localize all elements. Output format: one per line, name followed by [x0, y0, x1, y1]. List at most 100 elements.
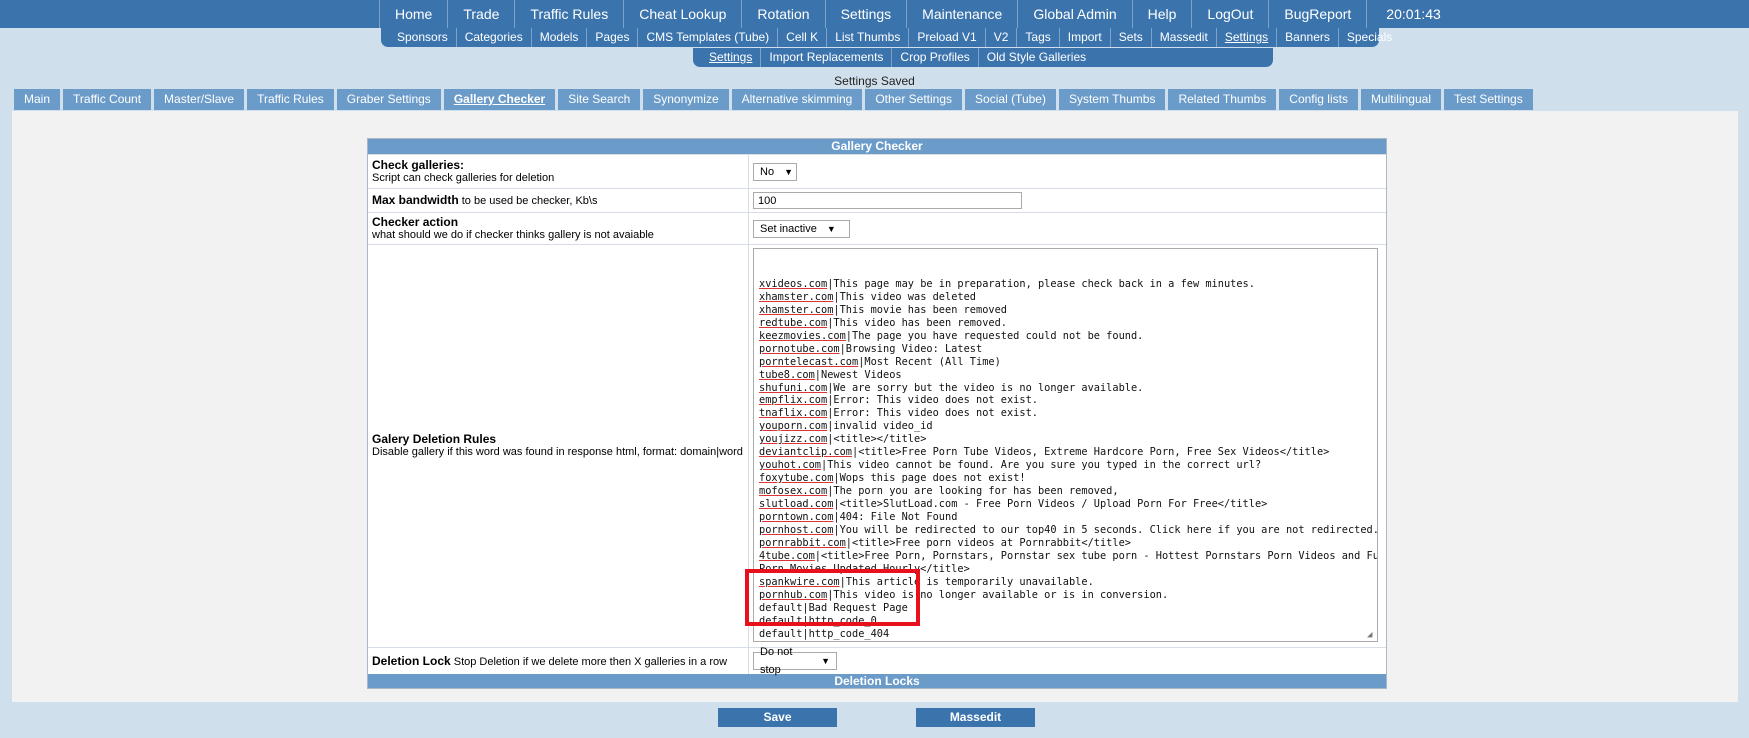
sub-menu-categories[interactable]: Categories	[457, 28, 532, 47]
rule-domain: xvideos.com	[759, 277, 828, 290]
tab-social-tube[interactable]: Social (Tube)	[965, 89, 1056, 110]
rule-word: This video was deleted	[839, 290, 976, 303]
tab-system-thumbs[interactable]: System Thumbs	[1058, 89, 1166, 110]
sub-menu-import[interactable]: Import	[1060, 28, 1111, 47]
sub-menu-sets[interactable]: Sets	[1111, 28, 1152, 47]
top-menu-traffic-rules[interactable]: Traffic Rules	[515, 0, 625, 28]
tab-gallery-checker[interactable]: Gallery Checker	[443, 89, 556, 110]
tab-site-search[interactable]: Site Search	[558, 89, 641, 110]
top-menu-help[interactable]: Help	[1133, 0, 1193, 28]
sub-menu-settings[interactable]: Settings	[1217, 28, 1278, 47]
sub-menu-list-thumbs[interactable]: List Thumbs	[827, 28, 910, 47]
settings-sub-import-replacements[interactable]: Import Replacements	[761, 48, 893, 67]
save-button[interactable]: Save	[718, 708, 837, 727]
tab-test-settings[interactable]: Test Settings	[1444, 89, 1533, 110]
rule-line: xhamster.com|This movie has been removed	[759, 303, 1007, 316]
sub-menu-v2[interactable]: V2	[986, 28, 1018, 47]
top-menu-logout[interactable]: LogOut	[1192, 0, 1270, 28]
rule-line: pornhost.com|You will be redirected to o…	[759, 524, 1378, 537]
rule-domain: redtube.com	[759, 316, 828, 329]
tab-config-lists[interactable]: Config lists	[1279, 89, 1358, 110]
sub-menu-preload-v1[interactable]: Preload V1	[909, 28, 986, 47]
top-menu-global-admin[interactable]: Global Admin	[1018, 0, 1133, 28]
gallery-checker-table: Gallery Checker Check galleries: Script …	[367, 138, 1387, 689]
massedit-button[interactable]: Massedit	[916, 708, 1035, 727]
top-menu-cheat-lookup[interactable]: Cheat Lookup	[624, 0, 743, 28]
rule-word: Most Recent (All Time)	[864, 355, 1001, 368]
rule-line: keezmovies.com|The page you have request…	[759, 329, 1144, 342]
top-menu-rotation[interactable]: Rotation	[742, 0, 826, 28]
check-galleries-select[interactable]: No ▼	[753, 162, 797, 181]
rule-word: Newest Videos	[821, 368, 902, 381]
sub-menu-models[interactable]: Models	[532, 28, 588, 47]
deletion-rules-textarea[interactable]: xvideos.com|This page may be in preparat…	[753, 248, 1378, 642]
rule-domain: default	[759, 641, 802, 642]
rule-line: xhamster.com|This video was deleted	[759, 290, 976, 303]
rule-domain: default	[759, 601, 803, 614]
rule-word: This article is temporarily unavailable.	[845, 575, 1094, 588]
rule-domain: empflix.com	[759, 394, 828, 407]
rule-word: 404: File Not Found	[839, 511, 958, 524]
sub-menu-tags[interactable]: Tags	[1017, 28, 1060, 47]
rule-word: http_code_404	[808, 627, 890, 640]
resize-grip-icon[interactable]: ◢	[1367, 631, 1376, 640]
tab-other-settings[interactable]: Other Settings	[865, 89, 963, 110]
tab-master-slave[interactable]: Master/Slave	[154, 89, 245, 110]
tab-synonymize[interactable]: Synonymize	[643, 89, 729, 110]
sub-menu-sponsors[interactable]: Sponsors	[389, 28, 457, 47]
deletion-lock-label: Deletion Lock	[372, 654, 451, 668]
sub-menu-cell-k[interactable]: Cell K	[778, 28, 828, 47]
top-menu-maintenance[interactable]: Maintenance	[907, 0, 1019, 28]
dropdown-arrow-icon: ▼	[826, 223, 836, 234]
clock: 20:01:43	[1386, 6, 1441, 22]
deletion-lock-select[interactable]: Do not stop ▼	[753, 646, 837, 676]
status-message: Settings Saved	[834, 74, 915, 88]
rule-line: empflix.com|Error: This video does not e…	[759, 394, 1038, 407]
tab-traffic-rules[interactable]: Traffic Rules	[247, 89, 334, 110]
tab-graber-settings[interactable]: Graber Settings	[336, 89, 441, 110]
rule-domain: spankwire.com	[759, 575, 840, 588]
rule-word: The page you have requested could not be…	[852, 329, 1144, 342]
settings-sub-old-style-galleries[interactable]: Old Style Galleries	[979, 48, 1094, 67]
sub-menu-banners[interactable]: Banners	[1277, 28, 1339, 47]
rule-line: pornhub.com|This video is no longer avai…	[759, 588, 1169, 601]
top-menu: Home Trade Traffic Rules Cheat Lookup Rotati…	[379, 0, 1460, 28]
tab-main[interactable]: Main	[14, 89, 61, 110]
rule-word: This video is no longer available or is …	[833, 588, 1169, 601]
rule-line: default|http_code_404	[759, 627, 890, 640]
tab-multilingual[interactable]: Multilingual	[1360, 89, 1441, 110]
rule-domain: default	[759, 614, 803, 627]
sub-menu-cms-templates-tube[interactable]: CMS Templates (Tube)	[638, 28, 779, 47]
sub-menu-massedit[interactable]: Massedit	[1152, 28, 1217, 47]
top-menu-bugreport[interactable]: BugReport	[1269, 0, 1368, 28]
sub-menu-specials[interactable]: Specials	[1339, 28, 1400, 47]
tab-traffic-count[interactable]: Traffic Count	[63, 89, 152, 110]
check-galleries-label: Check galleries:	[372, 157, 465, 172]
top-menu-home[interactable]: Home	[379, 0, 449, 28]
tab-related-thumbs[interactable]: Related Thumbs	[1168, 89, 1277, 110]
row-check-galleries: Check galleries: Script can check galler…	[368, 154, 1386, 188]
rule-line: porntown.com|404: File Not Found	[759, 511, 958, 524]
rule-domain: deviantclip.com	[759, 446, 852, 459]
sub-menu-pages[interactable]: Pages	[587, 28, 639, 47]
top-menu-trade[interactable]: Trade	[448, 0, 516, 28]
checker-action-select[interactable]: Set inactive ▼	[753, 219, 850, 238]
rule-line: mofosex.com|The porn you are looking for…	[759, 485, 1119, 498]
rule-line: deviantclip.com|<title>Free Porn Tube Vi…	[759, 446, 1330, 459]
rule-word: This video cannot be found. Are you sure…	[827, 459, 1262, 472]
dropdown-arrow-icon: ▼	[821, 656, 830, 666]
rule-line: redtube.com|This video has been removed.	[759, 316, 1007, 329]
rule-word: <title></title>	[833, 433, 927, 446]
top-menu-settings[interactable]: Settings	[826, 0, 908, 28]
dropdown-arrow-icon: ▼	[784, 166, 793, 177]
rule-line: shufuni.com|We are sorry but the video i…	[759, 381, 1144, 394]
rule-domain: 4tube.com	[759, 549, 815, 562]
settings-sub-settings[interactable]: Settings	[701, 48, 762, 67]
tab-alternative-skimming[interactable]: Alternative skimming	[731, 89, 863, 110]
max-bandwidth-input[interactable]: 100	[753, 192, 1022, 209]
rule-line: tnaflix.com|Error: This video does not e…	[759, 407, 1038, 420]
settings-sub-crop-profiles[interactable]: Crop Profiles	[892, 48, 979, 67]
rule-line: youporn.com|invalid video_id	[759, 420, 933, 433]
rule-domain: shufuni.com	[759, 381, 828, 394]
deletion-rules-desc: Disable gallery if this word was found i…	[372, 446, 743, 458]
